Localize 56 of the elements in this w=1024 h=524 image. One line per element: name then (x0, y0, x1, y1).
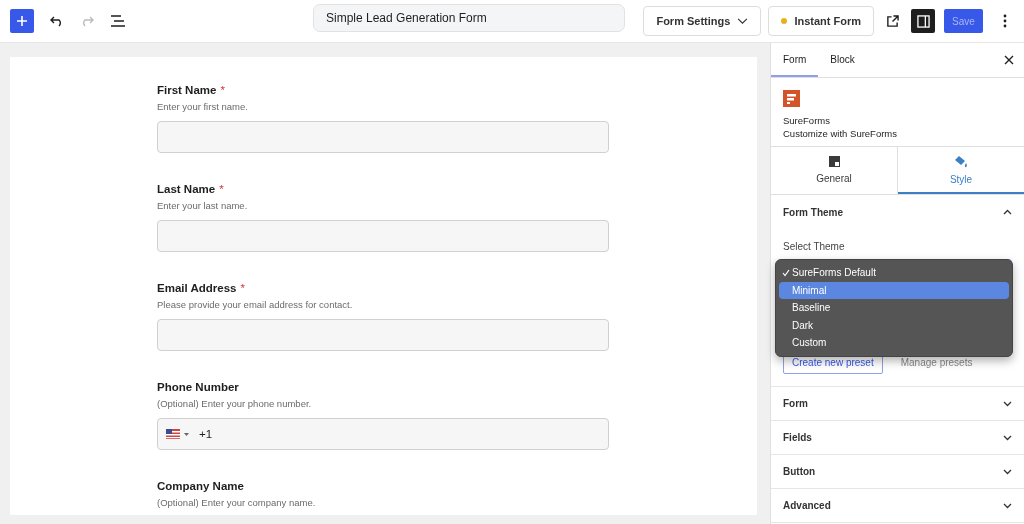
input-field[interactable] (157, 319, 609, 351)
close-icon[interactable] (1004, 55, 1014, 65)
manage-presets-button[interactable]: Manage presets (900, 356, 973, 368)
sidebar-icon (916, 14, 930, 28)
field-label: Last Name (157, 182, 216, 197)
add-block-button[interactable] (10, 9, 34, 33)
field-help-text: Please provide your email address for contact. (157, 299, 354, 311)
accordion-header[interactable]: Button (771, 455, 1024, 489)
accordion-header[interactable]: Advanced (771, 489, 1024, 523)
layout-icon (828, 155, 840, 167)
sidebar-tab[interactable]: Form (771, 43, 819, 77)
field-label: Email Address (157, 281, 237, 296)
paint-bucket-icon (954, 154, 968, 168)
checkmark-icon (782, 268, 790, 277)
panel-tab[interactable]: General (771, 147, 898, 194)
accordion-header[interactable]: Form Theme (771, 195, 1024, 229)
dropdown-option[interactable]: Custom (779, 334, 1009, 352)
dropdown-option[interactable]: Minimal (779, 281, 1009, 299)
plus-icon (16, 15, 28, 27)
panel-tab[interactable]: Style (898, 147, 1024, 194)
field-label: Company Name (157, 479, 244, 494)
instant-form-button[interactable]: Instant Form (768, 6, 874, 36)
plugin-description: Customize with SureForms (783, 128, 899, 139)
accordion-header[interactable]: Form (771, 387, 1024, 421)
sureforms-logo-icon (783, 90, 800, 107)
required-asterisk: * (219, 182, 224, 197)
caret-icon[interactable] (184, 432, 189, 436)
field-help-text: Enter your first name. (157, 101, 249, 113)
document-title[interactable]: Simple Lead Generation Form (313, 4, 625, 32)
field-label: First Name (157, 83, 217, 98)
input-field[interactable] (157, 220, 609, 252)
flag-icon[interactable] (166, 429, 180, 439)
external-link-icon[interactable] (886, 14, 899, 28)
list-view-icon[interactable] (110, 15, 126, 27)
field-help-text: (Optional) Enter your phone number. (157, 398, 313, 410)
input-field[interactable] (157, 121, 609, 153)
form-settings-button[interactable]: Form Settings (643, 6, 762, 36)
more-options-icon[interactable] (1003, 14, 1007, 28)
required-asterisk: * (220, 83, 225, 98)
plugin-name: SureForms (783, 115, 831, 126)
select-label: Select Theme (783, 241, 846, 253)
dropdown-option[interactable]: SureForms Default (779, 264, 1009, 282)
required-asterisk: * (240, 281, 245, 296)
dropdown-option[interactable]: Baseline (779, 299, 1009, 317)
dropdown-option[interactable]: Dark (779, 316, 1009, 334)
chevron-down-icon (737, 17, 749, 25)
accordion-header[interactable]: Fields (771, 421, 1024, 455)
field-help-text: (Optional) Enter your company name. (157, 497, 317, 509)
field-label: Phone Number (157, 380, 239, 395)
phone-code-value: +1 (199, 428, 213, 440)
field-help-text: Enter your last name. (157, 200, 249, 212)
undo-icon[interactable] (50, 15, 64, 27)
sidebar-tab[interactable]: Block (818, 43, 867, 77)
phone-input-field[interactable]: +1 (157, 418, 609, 450)
status-dot (781, 18, 788, 24)
sidebar-toggle-button[interactable] (911, 9, 935, 33)
